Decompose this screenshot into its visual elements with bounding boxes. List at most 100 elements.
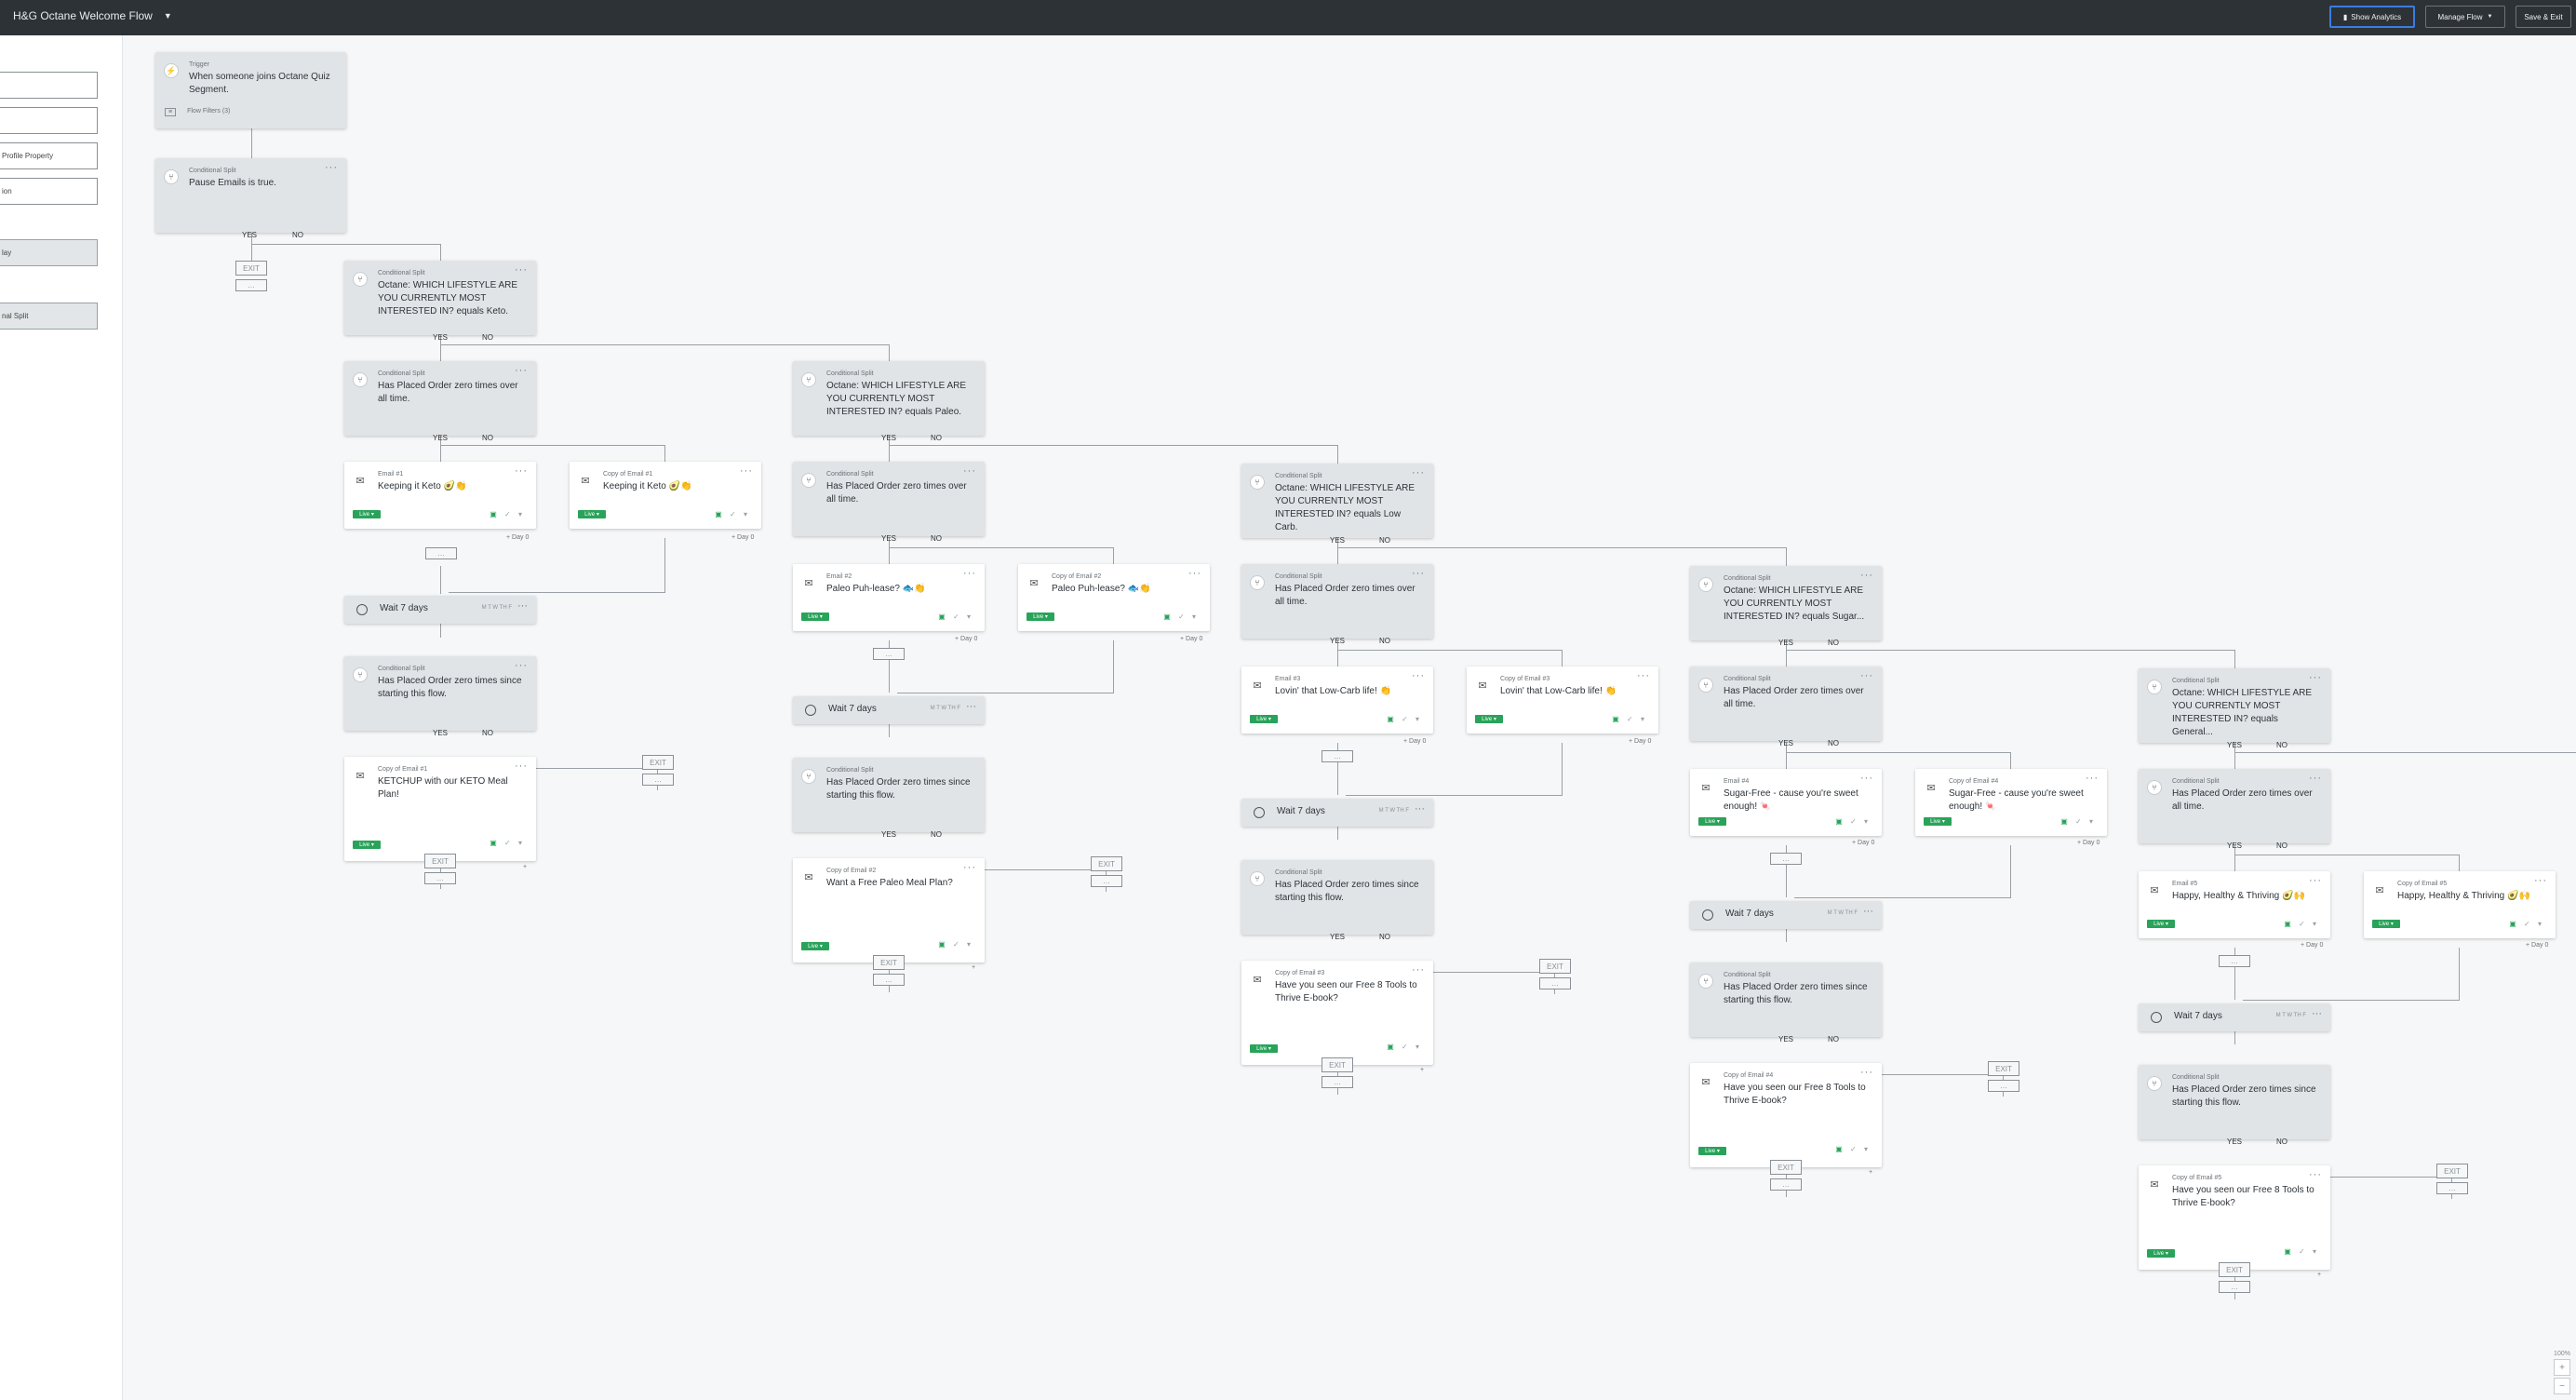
live-status-badge[interactable]: Live ▾: [1698, 1147, 1726, 1155]
split-general-since-flow[interactable]: ⑂ Conditional Split Has Placed Order zer…: [2139, 1065, 2330, 1139]
live-status-badge[interactable]: Live ▾: [1250, 715, 1278, 723]
live-status-badge[interactable]: Live ▾: [1698, 817, 1726, 826]
more-options-icon[interactable]: ···: [1637, 670, 1650, 681]
email-actions[interactable]: ▣ ✓ ▾: [2284, 1247, 2319, 1256]
more-options-icon[interactable]: ···: [1412, 568, 1425, 579]
split-pause-emails[interactable]: ⑂ Conditional Split Pause Emails is true…: [155, 158, 346, 233]
email-card-5-copy[interactable]: ✉ Copy of Email #5 Happy, Healthy & Thri…: [2364, 871, 2556, 938]
more-options-icon[interactable]: ···: [517, 600, 528, 612]
more-options-icon[interactable]: ···: [515, 264, 528, 276]
more-options-icon[interactable]: ···: [963, 568, 976, 579]
sidebar-item-conditional-split[interactable]: nal Split: [0, 303, 98, 330]
more-options-icon[interactable]: ···: [1863, 906, 1873, 917]
add-step-icon[interactable]: +: [1869, 1169, 1872, 1176]
save-exit-button[interactable]: Save & Exit: [2516, 6, 2571, 28]
more-options-icon[interactable]: ···: [740, 465, 753, 477]
split-general-placed-order[interactable]: ⑂ Conditional Split Has Placed Order zer…: [2139, 769, 2330, 843]
more-options-icon[interactable]: ···: [963, 862, 976, 873]
more-options-icon[interactable]: ···: [2534, 875, 2547, 886]
split-low-carb-placed-order[interactable]: ⑂ Conditional Split Has Placed Order zer…: [1241, 564, 1433, 639]
more-options-icon[interactable]: ···: [1415, 803, 1425, 814]
live-status-badge[interactable]: Live ▾: [2147, 920, 2175, 928]
live-status-badge[interactable]: Live ▾: [353, 841, 381, 849]
add-step-icon[interactable]: +: [523, 864, 527, 870]
live-status-badge[interactable]: Live ▾: [2147, 1249, 2175, 1258]
add-step-icon[interactable]: +: [2317, 1272, 2321, 1278]
email-card-2[interactable]: ✉ Email #2 Paleo Puh-lease? 🐟👏 ··· Live …: [793, 564, 985, 631]
email-card-5[interactable]: ✉ Email #5 Happy, Healthy & Thriving 🥑🙌 …: [2139, 871, 2330, 938]
email-actions[interactable]: ▣ ✓ ▾: [2284, 920, 2319, 928]
more-options-icon[interactable]: ···: [1860, 570, 1873, 581]
more-options-icon[interactable]: ···: [515, 660, 528, 671]
email-card-2-meal-plan[interactable]: ✉ Copy of Email #2 Want a Free Paleo Mea…: [793, 858, 985, 962]
more-options-icon[interactable]: ···: [2309, 672, 2322, 683]
show-analytics-button[interactable]: ▮ Show Analytics: [2329, 6, 2415, 28]
sidebar-item-action[interactable]: ion: [0, 178, 98, 205]
more-options-icon[interactable]: ···: [2309, 1169, 2322, 1180]
wait-7-days-paleo[interactable]: Wait 7 days M T W TH F ···: [793, 696, 985, 724]
split-general[interactable]: ⑂ Conditional Split Octane: WHICH LIFEST…: [2139, 668, 2330, 743]
email-card-4-copy[interactable]: ✉ Copy of Email #4 Sugar-Free - cause yo…: [1915, 769, 2107, 836]
email-actions[interactable]: ▣ ✓ ▾: [1835, 817, 1871, 826]
zoom-out-button[interactable]: −: [2554, 1378, 2570, 1394]
more-options-icon[interactable]: ···: [515, 761, 528, 772]
manage-flow-button[interactable]: Manage Flow ▼: [2425, 6, 2505, 28]
email-actions[interactable]: ▣ ✓ ▾: [1163, 612, 1199, 621]
more-options-icon[interactable]: ···: [325, 162, 338, 173]
email-card-1-copy[interactable]: ✉ Copy of Email #1 Keeping it Keto 🥑👏 ··…: [570, 462, 761, 529]
split-low-carb[interactable]: ⑂ Conditional Split Octane: WHICH LIFEST…: [1241, 464, 1433, 538]
live-status-badge[interactable]: Live ▾: [2372, 920, 2400, 928]
wait-7-days-general[interactable]: Wait 7 days M T W TH F ···: [2139, 1003, 2330, 1031]
flow-filters-link[interactable]: ≡ Flow Filters (3): [165, 108, 230, 116]
more-options-icon[interactable]: ···: [966, 701, 976, 712]
live-status-badge[interactable]: Live ▾: [353, 510, 381, 518]
add-step-icon[interactable]: +: [972, 964, 975, 971]
email-actions[interactable]: ▣ ✓ ▾: [1835, 1145, 1871, 1153]
email-card-1[interactable]: ✉ Email #1 Keeping it Keto 🥑👏 ··· Live ▾…: [344, 462, 536, 529]
email-actions[interactable]: ▣ ✓ ▾: [2509, 920, 2544, 928]
more-options-icon[interactable]: ···: [1412, 670, 1425, 681]
split-paleo-placed-order[interactable]: ⑂ Conditional Split Has Placed Order zer…: [793, 462, 985, 536]
split-low-carb-since-flow[interactable]: ⑂ Conditional Split Has Placed Order zer…: [1241, 860, 1433, 935]
email-actions[interactable]: ▣ ✓ ▾: [938, 612, 973, 621]
zoom-in-button[interactable]: +: [2554, 1359, 2570, 1376]
split-sugar[interactable]: ⑂ Conditional Split Octane: WHICH LIFEST…: [1690, 566, 1882, 640]
split-sugar-placed-order[interactable]: ⑂ Conditional Split Has Placed Order zer…: [1690, 666, 1882, 741]
trigger-card[interactable]: ⚡ Trigger When someone joins Octane Quiz…: [155, 52, 346, 128]
email-card-2-copy[interactable]: ✉ Copy of Email #2 Paleo Puh-lease? 🐟👏 ·…: [1018, 564, 1210, 631]
live-status-badge[interactable]: Live ▾: [1924, 817, 1952, 826]
flow-canvas[interactable]: ⚡ Trigger When someone joins Octane Quiz…: [123, 35, 2576, 1400]
split-paleo-since-flow[interactable]: ⑂ Conditional Split Has Placed Order zer…: [793, 758, 985, 832]
email-actions[interactable]: ▣ ✓ ▾: [1612, 715, 1647, 723]
live-status-badge[interactable]: Live ▾: [801, 942, 829, 950]
add-step-icon[interactable]: +: [1420, 1067, 1424, 1073]
more-options-icon[interactable]: ···: [1860, 670, 1873, 681]
email-actions[interactable]: ▣ ✓ ▾: [938, 940, 973, 949]
split-keto-since-flow[interactable]: ⑂ Conditional Split Has Placed Order zer…: [344, 656, 536, 731]
more-options-icon[interactable]: ···: [1188, 568, 1201, 579]
more-options-icon[interactable]: ···: [1860, 1067, 1873, 1078]
flow-title-dropdown[interactable]: H&G Octane Welcome Flow ▼: [13, 9, 172, 22]
wait-7-days-keto[interactable]: Wait 7 days M T W TH F ···: [344, 596, 536, 624]
live-status-badge[interactable]: Live ▾: [578, 510, 606, 518]
more-options-icon[interactable]: ···: [963, 465, 976, 477]
more-options-icon[interactable]: ···: [1412, 964, 1425, 976]
live-status-badge[interactable]: Live ▾: [1026, 612, 1054, 621]
email-card-5-ebook[interactable]: ✉ Copy of Email #5 Have you seen our Fre…: [2139, 1165, 2330, 1270]
more-options-icon[interactable]: ···: [1412, 467, 1425, 478]
email-actions[interactable]: ▣ ✓ ▾: [715, 510, 750, 518]
email-actions[interactable]: ▣ ✓ ▾: [2060, 817, 2096, 826]
sidebar-item-profile-property[interactable]: Profile Property: [0, 142, 98, 169]
sidebar-item-1[interactable]: [0, 72, 98, 99]
email-actions[interactable]: ▣ ✓ ▾: [490, 510, 525, 518]
email-card-3[interactable]: ✉ Email #3 Lovin' that Low-Carb life! 👏 …: [1241, 666, 1433, 734]
more-options-icon[interactable]: ···: [2309, 773, 2322, 784]
sidebar-item-delay[interactable]: lay: [0, 239, 98, 266]
more-options-icon[interactable]: ···: [2312, 1008, 2322, 1019]
more-options-icon[interactable]: ···: [515, 465, 528, 477]
split-keto-placed-order[interactable]: ⑂ Conditional Split Has Placed Order zer…: [344, 361, 536, 436]
email-actions[interactable]: ▣ ✓ ▾: [1387, 715, 1422, 723]
sidebar-item-2[interactable]: [0, 107, 98, 134]
email-actions[interactable]: ▣ ✓ ▾: [1387, 1043, 1422, 1051]
live-status-badge[interactable]: Live ▾: [801, 612, 829, 621]
